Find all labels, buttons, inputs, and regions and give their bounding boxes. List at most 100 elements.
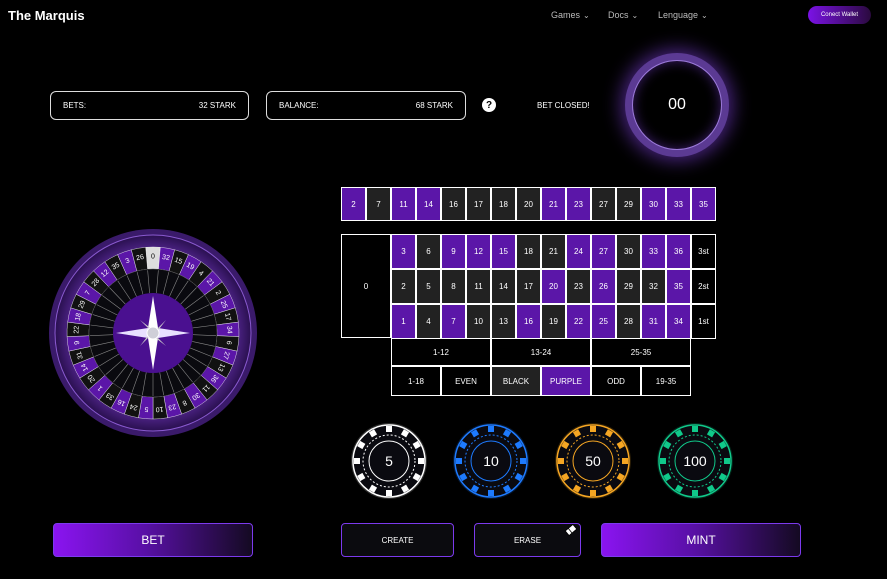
top-row-cell[interactable]: 16 <box>441 187 466 221</box>
number-cell[interactable]: 32 <box>641 269 666 304</box>
top-row-cell[interactable]: 18 <box>491 187 516 221</box>
number-cell[interactable]: 29 <box>616 269 641 304</box>
top-row-cell[interactable]: 14 <box>416 187 441 221</box>
number-cell[interactable]: 3 <box>391 234 416 269</box>
chip-10[interactable]: 10 <box>451 421 531 501</box>
chip-100[interactable]: 100 <box>655 421 735 501</box>
column-bet-cell[interactable]: 3st <box>691 234 716 269</box>
eraser-icon <box>564 523 578 537</box>
bets-label: BETS: <box>63 101 87 110</box>
number-cell[interactable]: 1 <box>391 304 416 339</box>
create-button[interactable]: CREATE <box>341 523 454 557</box>
number-cell[interactable]: 31 <box>641 304 666 339</box>
help-icon[interactable]: ? <box>482 98 496 112</box>
bets-box: BETS: 32 STARK <box>50 91 249 120</box>
top-row-cell[interactable]: 30 <box>641 187 666 221</box>
number-cell[interactable]: 33 <box>641 234 666 269</box>
countdown-timer: 00 <box>625 53 729 157</box>
top-row-cell[interactable]: 11 <box>391 187 416 221</box>
connect-wallet-button[interactable]: Conect Wallet <box>808 6 871 24</box>
wheel-number: 0 <box>151 254 155 261</box>
number-cell[interactable]: 6 <box>416 234 441 269</box>
outside-bet-cell[interactable]: EVEN <box>441 366 491 396</box>
top-row-cell[interactable]: 35 <box>691 187 716 221</box>
chip-10-value: 10 <box>483 453 499 469</box>
nav-games[interactable]: Games ⌄ <box>551 10 590 20</box>
column-bet-cell[interactable]: 2st <box>691 269 716 304</box>
number-cell[interactable]: 13 <box>491 304 516 339</box>
top-row-cell[interactable]: 33 <box>666 187 691 221</box>
bet-status: BET CLOSED! <box>537 101 590 110</box>
nav-language-label: Lenguage <box>658 10 699 20</box>
number-cell[interactable]: 20 <box>541 269 566 304</box>
number-cell[interactable]: 25 <box>591 304 616 339</box>
chip-50-value: 50 <box>585 453 601 469</box>
wheel-number: 32 <box>161 254 170 262</box>
top-row-cell[interactable]: 29 <box>616 187 641 221</box>
chevron-down-icon: ⌄ <box>631 10 639 20</box>
wheel-number: 34 <box>225 326 232 334</box>
outside-bet-cell[interactable]: 19-35 <box>641 366 691 396</box>
number-cell[interactable]: 27 <box>591 234 616 269</box>
number-cell[interactable]: 8 <box>441 269 466 304</box>
roulette-wheel: 0 32 1519421225173462713361130823105241633… <box>49 229 257 437</box>
erase-label: ERASE <box>513 535 542 545</box>
nav-language[interactable]: Lenguage ⌄ <box>658 10 708 20</box>
number-cell[interactable]: 22 <box>566 304 591 339</box>
number-cell[interactable]: 2 <box>391 269 416 304</box>
balance-box: BALANCE: 68 STARK <box>266 91 466 120</box>
number-cell[interactable]: 16 <box>516 304 541 339</box>
balance-value: 68 STARK <box>415 101 453 110</box>
number-cell[interactable]: 26 <box>591 269 616 304</box>
top-row-cell[interactable]: 27 <box>591 187 616 221</box>
number-cell[interactable]: 21 <box>541 234 566 269</box>
number-cell[interactable]: 23 <box>566 269 591 304</box>
column-bet-cell[interactable]: 1st <box>691 304 716 339</box>
number-cell[interactable]: 4 <box>416 304 441 339</box>
number-cell[interactable]: 11 <box>466 269 491 304</box>
number-cell[interactable]: 5 <box>416 269 441 304</box>
number-cell[interactable]: 24 <box>566 234 591 269</box>
number-cell[interactable]: 19 <box>541 304 566 339</box>
top-row-cell[interactable]: 7 <box>366 187 391 221</box>
wheel-number: 26 <box>136 254 145 262</box>
top-row-cell[interactable]: 17 <box>466 187 491 221</box>
top-row-cell[interactable]: 21 <box>541 187 566 221</box>
number-cell[interactable]: 14 <box>491 269 516 304</box>
chip-50[interactable]: 50 <box>553 421 633 501</box>
dozen-bet-cell[interactable]: 25-35 <box>591 338 691 366</box>
dozen-bet-cell[interactable]: 13-24 <box>491 338 591 366</box>
nav-docs-label: Docs <box>608 10 629 20</box>
dozen-bet-cell[interactable]: 1-12 <box>391 338 491 366</box>
top-row-cell[interactable]: 23 <box>566 187 591 221</box>
wheel-number: 5 <box>144 405 149 412</box>
number-cell[interactable]: 30 <box>616 234 641 269</box>
outside-bet-cell[interactable]: ODD <box>591 366 641 396</box>
outside-bet-cell[interactable]: PURPLE <box>541 366 591 396</box>
zero-cell[interactable]: 0 <box>341 234 391 338</box>
brand-logo: The Marquis <box>8 8 85 23</box>
outside-bet-cell[interactable]: BLACK <box>491 366 541 396</box>
mint-button[interactable]: MINT <box>601 523 801 557</box>
chevron-down-icon: ⌄ <box>701 10 708 20</box>
number-cell[interactable]: 7 <box>441 304 466 339</box>
number-cell[interactable]: 17 <box>516 269 541 304</box>
outside-bet-cell[interactable]: 1-18 <box>391 366 441 396</box>
bet-button[interactable]: BET <box>53 523 253 557</box>
number-cell[interactable]: 34 <box>666 304 691 339</box>
number-cell[interactable]: 18 <box>516 234 541 269</box>
top-row-cell[interactable]: 2 <box>341 187 366 221</box>
erase-button[interactable]: ERASE <box>474 523 581 557</box>
number-cell[interactable]: 28 <box>616 304 641 339</box>
chip-100-value: 100 <box>683 453 707 469</box>
number-cell[interactable]: 35 <box>666 269 691 304</box>
number-cell[interactable]: 9 <box>441 234 466 269</box>
number-cell[interactable]: 15 <box>491 234 516 269</box>
nav-docs[interactable]: Docs ⌄ <box>608 10 638 20</box>
number-cell[interactable]: 12 <box>466 234 491 269</box>
number-cell[interactable]: 36 <box>666 234 691 269</box>
number-cell[interactable]: 10 <box>466 304 491 339</box>
chip-5[interactable]: 5 <box>349 421 429 501</box>
top-row-cell[interactable]: 20 <box>516 187 541 221</box>
wheel-number: 10 <box>155 405 163 413</box>
